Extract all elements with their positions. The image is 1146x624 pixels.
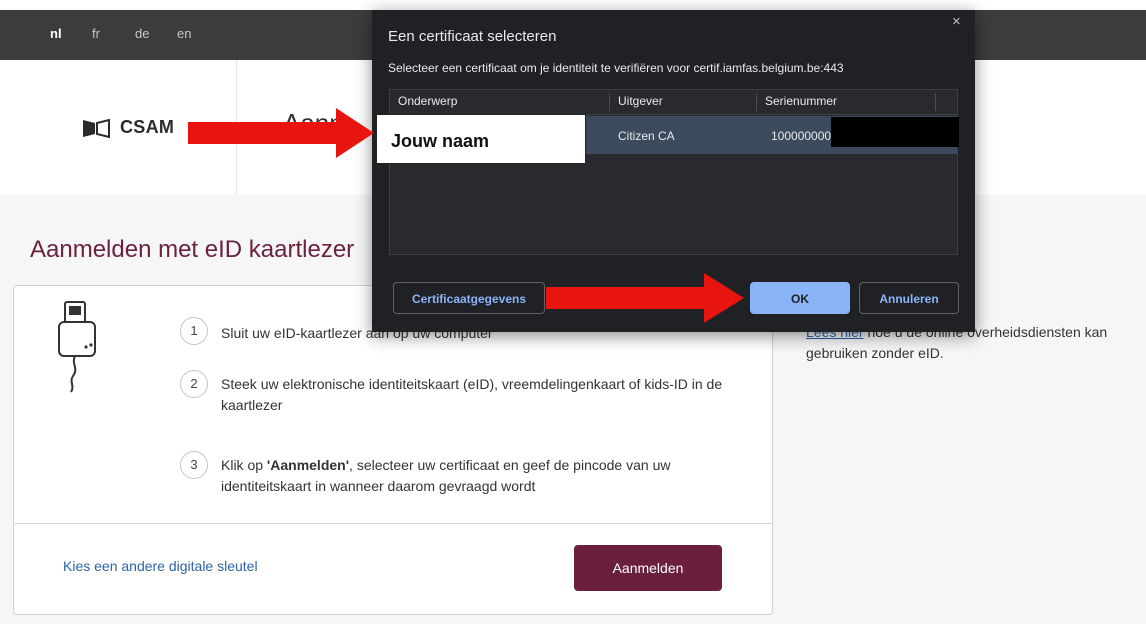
step-text-3: Klik op 'Aanmelden', selecteer uw certif… xyxy=(221,455,731,497)
step-text-2: Steek uw elektronische identiteitskaart … xyxy=(221,376,723,413)
lang-de[interactable]: de xyxy=(135,26,149,41)
dialog-subtitle: Selecteer een certificaat om je identite… xyxy=(388,61,844,75)
table-header: Onderwerp Uitgever Serienummer xyxy=(390,90,957,115)
step-3-before: Klik op xyxy=(221,457,267,473)
card-reader-icon xyxy=(57,300,102,400)
column-header-issuer[interactable]: Uitgever xyxy=(618,94,663,108)
other-digital-key-link[interactable]: Kies een andere digitale sleutel xyxy=(63,558,258,574)
column-separator xyxy=(756,93,757,111)
column-header-serial[interactable]: Serienummer xyxy=(765,94,837,108)
logo-text: CSAM xyxy=(120,117,175,137)
ok-button[interactable]: OK xyxy=(750,282,850,314)
lang-en[interactable]: en xyxy=(177,26,191,41)
step-number-2: 2 xyxy=(180,370,208,398)
arrow-right-icon xyxy=(188,108,374,158)
page: nl fr de en CSAM Aanm Aanmelden met eID … xyxy=(0,0,1146,624)
lang-nl[interactable]: nl xyxy=(50,26,62,41)
step-number-1: 1 xyxy=(180,317,208,345)
step-number-3: 3 xyxy=(180,451,208,479)
dialog-title: Een certificaat selecteren xyxy=(388,28,557,45)
certificate-details-button[interactable]: Certificaatgegevens xyxy=(393,282,545,314)
login-button[interactable]: Aanmelden xyxy=(574,545,722,591)
card-divider xyxy=(13,523,773,524)
csam-logo[interactable]: CSAM xyxy=(82,117,174,138)
redaction-block xyxy=(831,117,959,147)
main-title: Aanmelden met eID kaartlezer xyxy=(30,236,355,263)
cancel-button[interactable]: Annuleren xyxy=(859,282,959,314)
column-header-subject[interactable]: Onderwerp xyxy=(398,94,457,108)
close-icon[interactable]: × xyxy=(952,13,961,30)
cell-serial: 100000000 xyxy=(771,129,832,143)
cell-issuer: Citizen CA xyxy=(618,129,675,143)
lang-fr[interactable]: fr xyxy=(92,26,100,41)
step-3-bold: 'Aanmelden' xyxy=(266,457,350,473)
arrow-right-icon xyxy=(546,273,744,323)
column-separator xyxy=(609,93,610,111)
your-name-label: Jouw naam xyxy=(376,114,586,164)
csam-logo-icon xyxy=(82,118,118,138)
column-separator xyxy=(935,93,936,111)
